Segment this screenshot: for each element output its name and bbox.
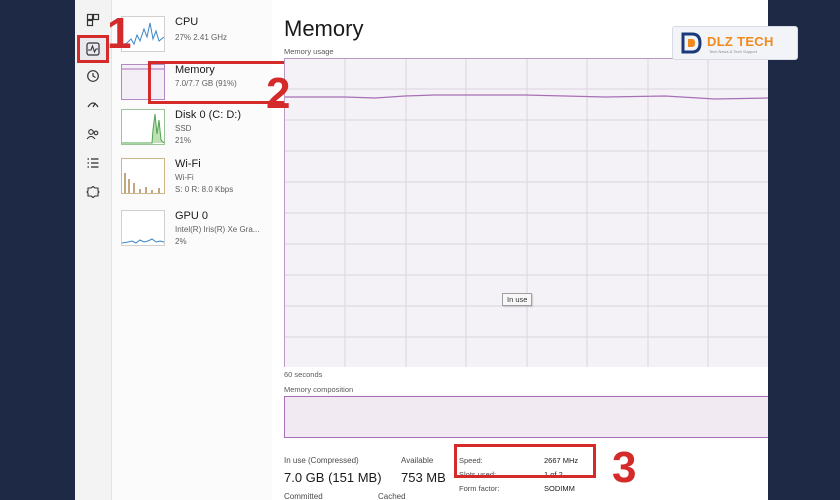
performance-icon[interactable]: [77, 35, 109, 63]
in-use-label: In use (Compressed): [284, 456, 359, 465]
wifi-thumbnail-graph: [121, 158, 165, 194]
in-use-tooltip: In use: [502, 293, 533, 306]
task-manager-window: CPU 27% 2.41 GHz Memory 7.0/7.7 GB (91%)…: [75, 0, 768, 500]
perf-item-name: CPU: [175, 16, 199, 28]
startup-apps-icon[interactable]: [79, 93, 107, 117]
annotation-number-3: 3: [612, 443, 637, 492]
gpu-thumbnail-graph: [121, 210, 165, 246]
speed-highlight-box: [454, 444, 596, 478]
perf-item-detail: SSD: [175, 124, 192, 133]
perf-item-detail: 27% 2.41 GHz: [175, 33, 228, 42]
annotation-number-1: 1: [107, 9, 132, 58]
dlz-tech-logo: DLZ TECH Tech News & Tech Support: [672, 26, 798, 60]
memory-composition-label: Memory composition: [284, 385, 354, 394]
form-factor-key: Form factor:: [459, 484, 500, 493]
perf-item-name: GPU 0: [175, 210, 209, 222]
perf-item-detail: Intel(R) Iris(R) Xe Gra...: [175, 225, 260, 234]
memory-usage-graph: [284, 58, 768, 367]
performance-list: CPU 27% 2.41 GHz Memory 7.0/7.7 GB (91%)…: [112, 0, 300, 500]
perf-item-wifi[interactable]: Wi-Fi Wi-Fi S: 0 R: 8.0 Kbps: [121, 158, 271, 200]
memory-composition-bar: [284, 396, 768, 438]
form-factor-value: SODIMM: [544, 484, 575, 493]
logo-mark-icon: [681, 32, 702, 54]
perf-item-disk[interactable]: Disk 0 (C: D:) SSD 21%: [121, 109, 271, 151]
page-title: Memory: [284, 16, 364, 41]
perf-item-detail: 2%: [175, 237, 187, 246]
perf-item-gpu[interactable]: GPU 0 Intel(R) Iris(R) Xe Gra... 2%: [121, 210, 271, 252]
in-use-value: 7.0 GB (151 MB): [284, 470, 382, 485]
details-icon[interactable]: [79, 151, 107, 175]
nav-rail: [75, 0, 112, 500]
perf-item-cpu[interactable]: CPU 27% 2.41 GHz: [121, 16, 271, 58]
processes-icon[interactable]: [79, 8, 107, 32]
memory-usage-label: Memory usage: [284, 47, 334, 56]
users-icon[interactable]: [79, 122, 107, 146]
available-value: 753 MB: [401, 470, 446, 485]
app-history-icon[interactable]: [79, 64, 107, 88]
cached-label: Cached: [378, 492, 406, 500]
committed-label: Committed: [284, 492, 323, 500]
services-icon[interactable]: [79, 180, 107, 204]
perf-item-name: Wi-Fi: [175, 158, 201, 170]
perf-item-name: Disk 0 (C: D:): [175, 109, 241, 121]
available-label: Available: [401, 456, 434, 465]
time-axis-label: 60 seconds: [284, 370, 323, 379]
perf-item-detail: Wi-Fi: [175, 173, 194, 182]
memory-panel: Memory Memory usage In use 60 seconds Me…: [273, 0, 768, 500]
logo-text: DLZ TECH: [707, 34, 774, 49]
perf-item-detail: 21%: [175, 136, 192, 145]
annotation-number-2: 2: [266, 69, 291, 118]
perf-item-detail: S: 0 R: 8.0 Kbps: [175, 185, 234, 194]
logo-tagline: Tech News & Tech Support: [709, 49, 757, 54]
disk-thumbnail-graph: [121, 109, 165, 145]
